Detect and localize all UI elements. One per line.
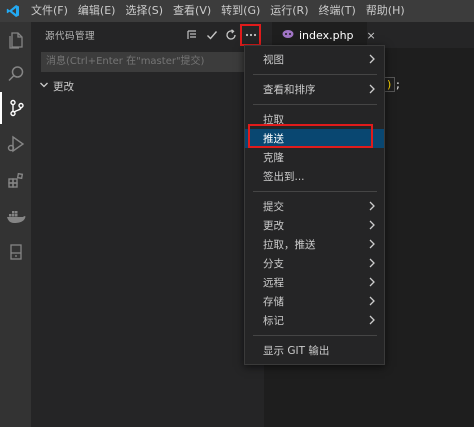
menu-item-show-git-output[interactable]: 显示 GIT 输出: [245, 341, 384, 360]
menu-item-stash[interactable]: 存储: [245, 292, 384, 311]
menu-edit[interactable]: 编辑(E): [73, 0, 121, 22]
chevron-right-icon: [366, 314, 378, 326]
menu-item-label: 更改: [263, 220, 284, 232]
vscode-logo-icon: [0, 0, 26, 22]
menu-item-branch[interactable]: 分支: [245, 254, 384, 273]
menu-item-tags[interactable]: 标记: [245, 311, 384, 330]
chevron-right-icon: [366, 295, 378, 307]
menu-item-changes[interactable]: 更改: [245, 216, 384, 235]
chevron-right-icon: [366, 219, 378, 231]
chevron-right-icon: [366, 83, 378, 95]
menu-separator: [253, 74, 377, 75]
menu-item-label: 提交: [263, 201, 284, 213]
chevron-right-icon: [366, 238, 378, 250]
menu-item-label: 标记: [263, 315, 284, 327]
source-control-panel: 源代码管理 更改: [31, 22, 267, 427]
menu-terminal[interactable]: 终端(T): [314, 0, 361, 22]
chevron-right-icon: [366, 53, 378, 65]
panel-title: 源代码管理: [45, 31, 96, 42]
view-as-tree-icon[interactable]: [183, 26, 201, 44]
menu-item-label: 签出到...: [263, 171, 305, 183]
menu-item-label: 拉取，推送: [263, 239, 316, 251]
menu-item-checkout[interactable]: 签出到...: [245, 167, 384, 186]
menu-item-pull-push[interactable]: 拉取，推送: [245, 235, 384, 254]
menu-file[interactable]: 文件(F): [26, 0, 73, 22]
remote-explorer-icon[interactable]: [0, 236, 31, 268]
php-file-icon: [282, 29, 294, 42]
menu-selection[interactable]: 选择(S): [120, 0, 168, 22]
chevron-right-icon: [366, 257, 378, 269]
menu-item-label: 存储: [263, 296, 284, 308]
changes-group[interactable]: 更改: [39, 77, 74, 95]
search-icon[interactable]: [0, 58, 31, 90]
menu-run[interactable]: 运行(R): [265, 0, 313, 22]
run-debug-icon[interactable]: [0, 128, 31, 160]
source-control-icon[interactable]: [0, 92, 31, 124]
chevron-down-icon: [39, 80, 49, 93]
activity-bar: [0, 22, 31, 427]
code-paren: ): [384, 77, 395, 92]
menu-separator: [253, 191, 377, 192]
chevron-right-icon: [366, 276, 378, 288]
menu-separator: [253, 104, 377, 105]
menu-item-commit[interactable]: 提交: [245, 197, 384, 216]
more-actions-menu: 视图 查看和排序 拉取 推送 克隆 签出到... 提交 更改 拉取，推送 分支 …: [244, 45, 385, 365]
files-icon[interactable]: [0, 24, 31, 56]
tab-label: index.php: [299, 28, 354, 42]
menu-item-view[interactable]: 视图: [245, 50, 384, 69]
code-fragment: );: [384, 77, 402, 92]
menu-go[interactable]: 转到(G): [216, 0, 265, 22]
menu-item-label: 查看和排序: [263, 84, 316, 96]
changes-label: 更改: [53, 80, 74, 93]
menu-item-label: 克隆: [263, 152, 284, 164]
push-highlight: [248, 124, 373, 148]
menu-separator: [253, 335, 377, 336]
menu-item-label: 视图: [263, 54, 284, 66]
more-actions-highlight: [240, 24, 261, 46]
chevron-right-icon: [366, 200, 378, 212]
menu-bar: 文件(F) 编辑(E) 选择(S) 查看(V) 转到(G) 运行(R) 终端(T…: [0, 0, 474, 22]
menu-item-label: 分支: [263, 258, 284, 270]
extensions-icon[interactable]: [0, 164, 31, 196]
commit-check-icon[interactable]: [203, 26, 221, 44]
menu-item-label: 显示 GIT 输出: [263, 345, 330, 357]
close-icon[interactable]: ×: [367, 29, 376, 42]
menu-view[interactable]: 查看(V): [168, 0, 216, 22]
menu-help[interactable]: 帮助(H): [361, 0, 410, 22]
menu-item-label: 远程: [263, 277, 284, 289]
menu-item-view-sort[interactable]: 查看和排序: [245, 80, 384, 99]
menu-item-clone[interactable]: 克隆: [245, 148, 384, 167]
menu-item-remote[interactable]: 远程: [245, 273, 384, 292]
commit-message-input[interactable]: [41, 52, 267, 72]
code-semicolon: ;: [394, 78, 402, 91]
docker-icon[interactable]: [0, 200, 31, 232]
refresh-icon[interactable]: [222, 26, 240, 44]
